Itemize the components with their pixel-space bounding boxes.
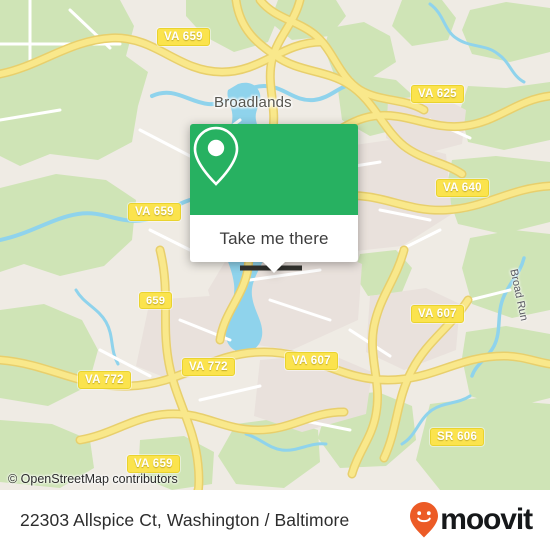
map-canvas[interactable]: Broadlands Broad Run VA 659 VA 625 VA 64… xyxy=(0,0,550,490)
footer-bar: 22303 Allspice Ct, Washington / Baltimor… xyxy=(0,490,550,550)
road-shield-va-659-north[interactable]: VA 659 xyxy=(157,28,210,46)
road-shield-va-659-west[interactable]: VA 659 xyxy=(128,203,181,221)
road-shield-va-607-center[interactable]: VA 607 xyxy=(285,352,338,370)
road-shield-va-607-east[interactable]: VA 607 xyxy=(411,305,464,323)
take-me-there-label: Take me there xyxy=(219,228,329,248)
osm-attribution[interactable]: © OpenStreetMap contributors xyxy=(8,472,178,486)
take-me-there-callout[interactable]: Take me there xyxy=(190,124,358,273)
road-shield-va-625[interactable]: VA 625 xyxy=(411,85,464,103)
address-label: 22303 Allspice Ct, Washington / Baltimor… xyxy=(20,509,350,530)
road-shield-va-772-west[interactable]: VA 772 xyxy=(78,371,131,389)
moovit-wordmark: moovit xyxy=(440,503,533,536)
callout-action-area[interactable]: Take me there xyxy=(190,215,358,262)
road-shield-sr-606[interactable]: SR 606 xyxy=(430,428,485,446)
road-shield-659[interactable]: 659 xyxy=(139,292,173,309)
moovit-smiley-pin-icon xyxy=(410,502,439,538)
map-pin-icon xyxy=(193,126,239,186)
road-shield-va-772-center[interactable]: VA 772 xyxy=(182,358,235,376)
road-shield-va-659-south[interactable]: VA 659 xyxy=(127,455,180,473)
moovit-logo[interactable]: moovit xyxy=(409,501,533,539)
callout-tail xyxy=(262,261,286,273)
callout-pin-area xyxy=(190,124,358,215)
moovit-map-screenshot: Broadlands Broad Run VA 659 VA 625 VA 64… xyxy=(0,0,550,550)
road-shield-va-640[interactable]: VA 640 xyxy=(436,179,489,197)
